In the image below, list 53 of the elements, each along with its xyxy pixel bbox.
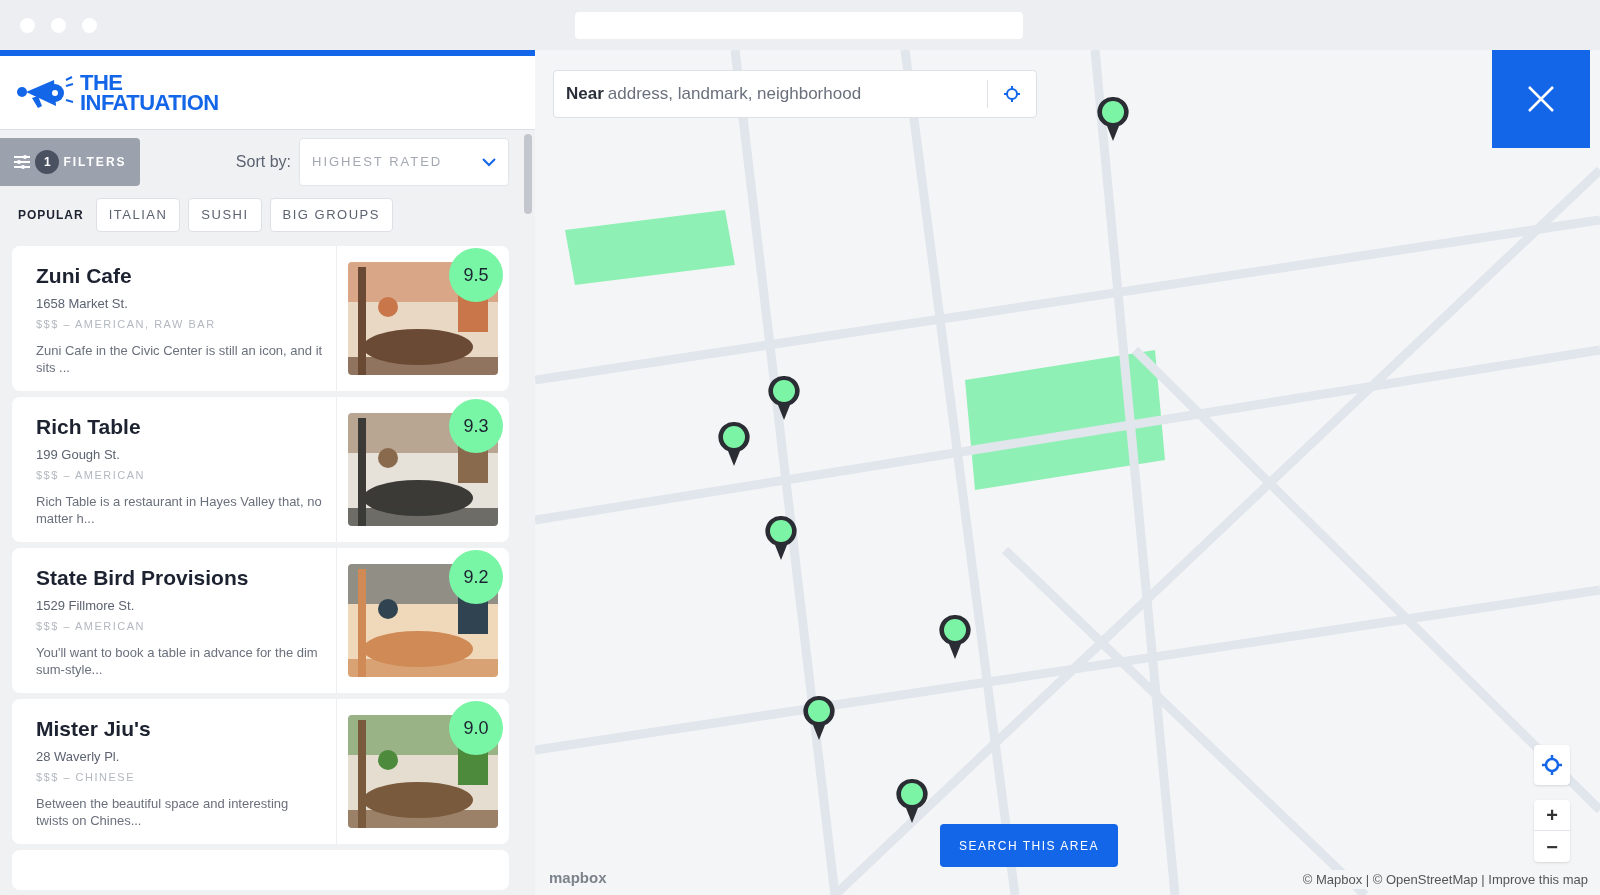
restaurant-name: Mister Jiu's <box>36 716 152 742</box>
restaurant-card[interactable]: Zuni Cafe 1658 Market St. $$$ – AMERICAN, RAW BAR Zuni Cafe in the Civic Center is still an icon, and it sits ... 9.5 <box>12 246 509 391</box>
restaurant-name: Rich Table <box>36 414 142 440</box>
restaurant-address: 1658 Market St. <box>36 294 129 313</box>
location-search-field[interactable]: Near address, landmark, neighborhood <box>553 70 1037 118</box>
restaurant-meta: $$$ – AMERICAN <box>36 468 147 483</box>
map-pin-icon[interactable] <box>939 614 971 660</box>
restaurant-card[interactable]: Rich Table 199 Gough St. $$$ – AMERICAN Rich Table is a restaurant in Hayes Valley that, no matter h... 9.3 <box>12 397 509 542</box>
scrollbar-thumb[interactable] <box>524 134 532 214</box>
map-pin-icon[interactable] <box>803 695 835 741</box>
filter-count-badge: 1 <box>35 150 60 174</box>
score-badge: 9.2 <box>449 550 503 604</box>
zoom-out-button[interactable]: − <box>1534 831 1570 862</box>
filters-button[interactable]: 1 FILTERS <box>0 138 140 186</box>
restaurant-card[interactable]: State Bird Provisions 1529 Fillmore St. $$$ – AMERICAN You'll want to book a table in advance for the dim sum-style... 9.2 <box>12 548 509 693</box>
restaurant-name: Zuni Cafe <box>36 263 133 289</box>
score-badge: 9.5 <box>449 248 503 302</box>
restaurant-blurb: You'll want to book a table in advance for the dim sum-style... <box>36 643 319 678</box>
close-icon <box>1527 85 1555 113</box>
restaurant-meta: $$$ – AMERICAN <box>36 619 147 634</box>
chevron-down-icon <box>482 157 496 167</box>
restaurant-address: 199 Gough St. <box>36 445 121 464</box>
map-pin-icon[interactable] <box>896 778 928 824</box>
restaurant-address: 28 Waverly Pl. <box>36 747 121 766</box>
map-pin-icon[interactable] <box>765 515 797 561</box>
category-tab[interactable]: BIG GROUPS <box>269 198 393 232</box>
restaurant-meta: $$$ – CHINESE <box>36 770 136 785</box>
restaurant-meta: $$$ – AMERICAN, RAW BAR <box>36 317 217 332</box>
map-pin-icon[interactable] <box>1097 96 1129 142</box>
map-pin-icon[interactable] <box>768 375 800 421</box>
brand-logo[interactable]: THE INFATUATION <box>80 72 219 113</box>
restaurant-blurb: Zuni Cafe in the Civic Center is still an icon, and it sits ... <box>36 341 324 376</box>
category-tab[interactable]: SUSHI <box>188 198 262 232</box>
restaurant-address: 1529 Fillmore St. <box>36 596 136 615</box>
locate-icon[interactable] <box>1004 86 1020 102</box>
category-tab[interactable]: ITALIAN <box>95 198 181 232</box>
geolocate-button[interactable] <box>1534 745 1570 785</box>
sort-label: Sort by: <box>235 152 291 172</box>
category-tab[interactable]: POPULAR <box>18 198 88 232</box>
score-badge: 9.3 <box>449 399 503 453</box>
filters-label: FILTERS <box>63 154 127 171</box>
restaurant-blurb: Between the beautiful space and interesting twists on Chines... <box>36 794 290 829</box>
restaurant-blurb: Rich Table is a restaurant in Hayes Valley that, no matter h... <box>36 492 323 527</box>
restaurant-name: State Bird Provisions <box>36 565 250 591</box>
map-pin-icon[interactable] <box>718 421 750 467</box>
near-label: Near <box>566 83 604 106</box>
location-input[interactable]: address, landmark, neighborhood <box>607 81 987 107</box>
sliders-icon <box>13 154 32 170</box>
zoom-in-button[interactable]: + <box>1534 800 1570 831</box>
score-badge: 9.0 <box>449 701 503 755</box>
search-area-button[interactable]: SEARCH THIS AREA <box>940 824 1118 867</box>
restaurant-card[interactable]: Mister Jiu's 28 Waverly Pl. $$$ – CHINESE Between the beautiful space and interesting twists on Chines... 9.0 <box>12 699 509 844</box>
crosshair-icon <box>1542 755 1562 775</box>
